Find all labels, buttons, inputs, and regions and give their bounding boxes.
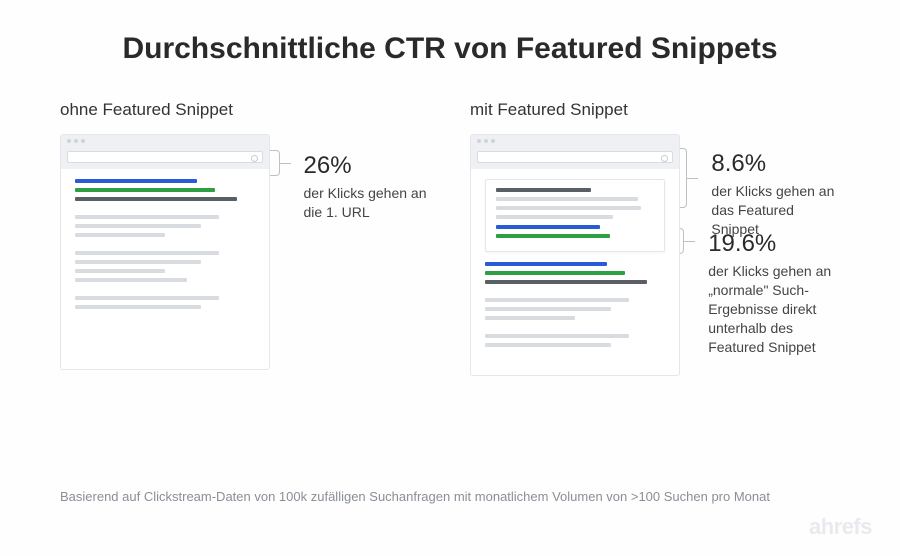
search-bar-icon [477,151,673,163]
search-bar-icon [67,151,263,163]
serp-result-2-right [485,298,665,320]
browser-mock-left [60,134,270,370]
serp-result-4 [75,296,255,309]
callout-right-1: 8.6% der Klicks gehen an das Featured Sn… [680,148,840,239]
serp-result-1 [75,179,255,201]
browser-search-bar-wrap [61,147,269,169]
left-callout-text: der Klicks gehen an die 1. URL [304,185,427,220]
serp-result-3-right [485,334,665,347]
bracket-icon [680,148,687,208]
browser-search-bar-wrap [471,147,679,169]
browser-chrome-dots [471,135,679,147]
column-with-snippet: mit Featured Snippet [470,100,840,376]
column-without-snippet: ohne Featured Snippet [60,100,430,376]
browser-mock-right [470,134,680,376]
footer-note: Basierend auf Clickstream-Daten von 100k… [60,489,840,504]
serp-result-3 [75,251,255,282]
right-callout-2-text: der Klicks gehen an „normale" Such-Ergeb… [708,263,831,355]
serp-result-1-right [485,262,665,284]
browser-chrome-dots [61,135,269,147]
left-pct: 26% [304,150,430,182]
right-pct-1: 8.6% [711,148,840,180]
left-heading: ohne Featured Snippet [60,100,430,120]
comparison-columns: ohne Featured Snippet [0,66,900,376]
featured-snippet-card [485,179,665,252]
right-heading: mit Featured Snippet [470,100,840,120]
page-title: Durchschnittliche CTR von Featured Snipp… [0,0,900,66]
brand-watermark: ahrefs [809,514,872,540]
bracket-icon [680,228,684,254]
serp-result-2 [75,215,255,237]
callout-right-2: 19.6% der Klicks gehen an „normale" Such… [680,228,840,357]
callout-left: 26% der Klicks gehen an die 1. URL [270,150,430,222]
bracket-icon [270,150,280,176]
right-pct-2: 19.6% [708,228,840,260]
